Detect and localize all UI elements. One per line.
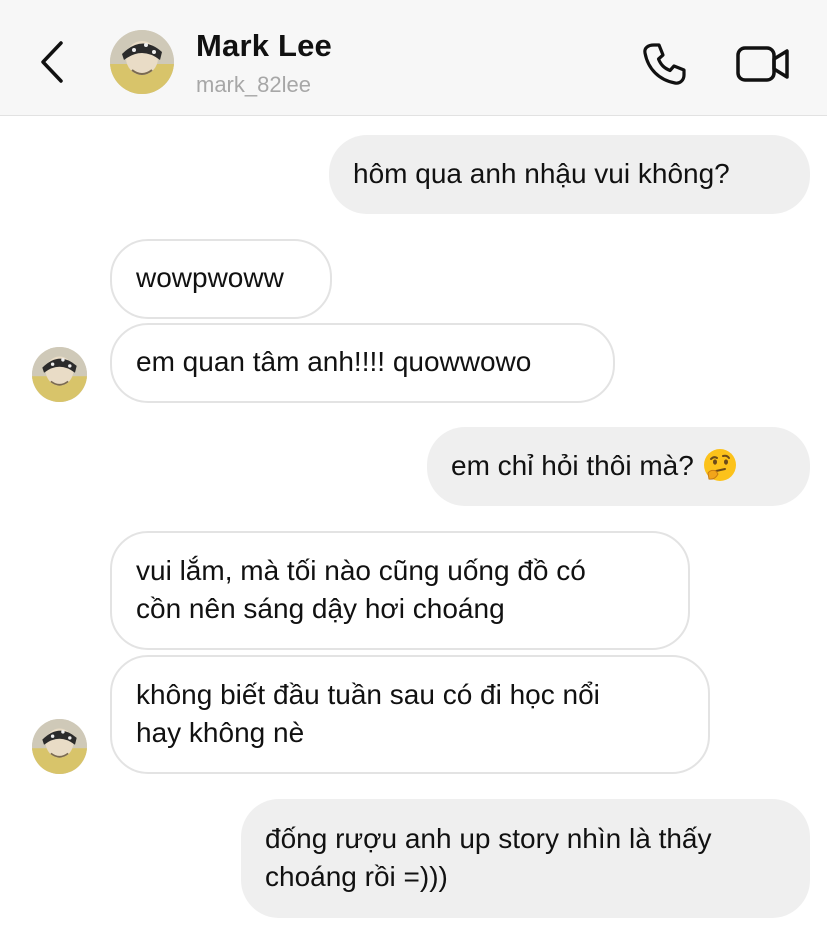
- message-bubble-sent[interactable]: hôm qua anh nhậu vui không?: [329, 135, 810, 214]
- message-bubble-received[interactable]: em quan tâm anh!!!! quowwowo: [110, 323, 615, 403]
- message-text: hôm qua anh nhậu vui không?: [353, 158, 730, 189]
- message-bubble-received[interactable]: không biết đầu tuần sau có đi học nổi ha…: [110, 655, 710, 774]
- message-text: wowpwoww: [136, 262, 284, 293]
- message-text-line: không biết đầu tuần sau có đi học nổi: [136, 679, 600, 710]
- contact-avatar[interactable]: [110, 30, 174, 94]
- contact-name[interactable]: Mark Lee: [196, 28, 332, 64]
- chat-header: Mark Lee mark_82lee: [0, 0, 827, 116]
- message-text-line: cồn nên sáng dậy hơi choáng: [136, 593, 505, 624]
- phone-icon: [643, 43, 686, 85]
- video-call-button[interactable]: [732, 36, 794, 92]
- chevron-left-icon: [41, 41, 63, 83]
- sender-avatar[interactable]: [32, 347, 87, 402]
- contact-handle[interactable]: mark_82lee: [196, 72, 311, 98]
- message-text-line: vui lắm, mà tối nào cũng uống đồ có: [136, 555, 586, 586]
- message-text-line: đống rượu anh up story nhìn là thấy: [265, 823, 712, 854]
- message-bubble-received[interactable]: wowpwoww: [110, 239, 332, 319]
- message-text: em quan tâm anh!!!! quowwowo: [136, 346, 532, 377]
- message-bubble-sent[interactable]: em chỉ hỏi thôi mà?: [427, 427, 810, 506]
- thinking-face-emoji: [703, 448, 736, 481]
- back-button[interactable]: [30, 36, 74, 88]
- message-bubble-sent[interactable]: đống rượu anh up story nhìn là thấy choá…: [241, 799, 810, 918]
- message-text: em chỉ hỏi thôi mà?: [451, 450, 694, 481]
- message-text-line: hay không nè: [136, 717, 305, 748]
- video-camera-icon: [736, 46, 789, 82]
- message-text-line: choáng rồi =))): [265, 861, 448, 892]
- message-bubble-received[interactable]: vui lắm, mà tối nào cũng uống đồ có cồn …: [110, 531, 690, 650]
- sender-avatar[interactable]: [32, 719, 87, 774]
- call-button[interactable]: [636, 36, 692, 92]
- message-text-row: em chỉ hỏi thôi mà?: [451, 447, 786, 486]
